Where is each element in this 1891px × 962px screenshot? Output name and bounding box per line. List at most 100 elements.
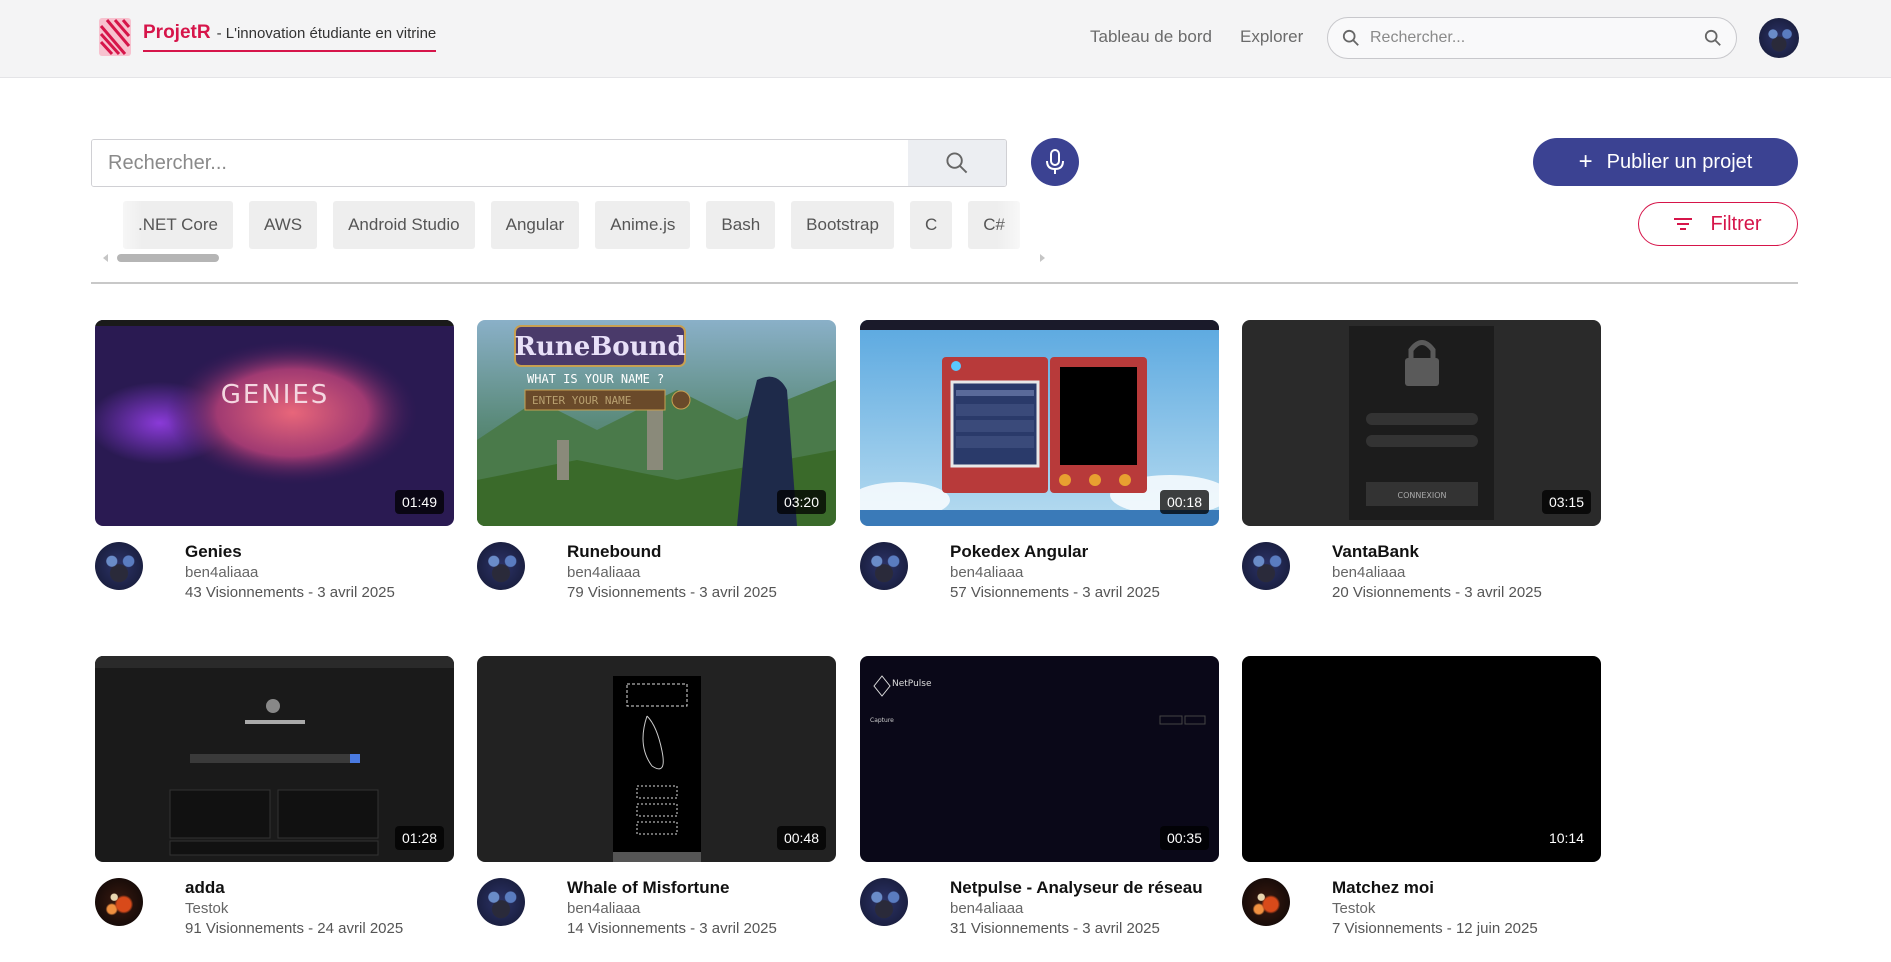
nav-search-box[interactable] — [1327, 17, 1737, 59]
video-meta: Pokedex Angular ben4aliaaa 57 Visionneme… — [860, 542, 1219, 626]
runebound-preview-title: RuneBound — [514, 332, 685, 362]
video-duration: 10:14 — [1541, 826, 1591, 850]
video-thumbnail[interactable]: 00:18 — [860, 320, 1219, 526]
tag-chip[interactable]: Bootstrap — [791, 201, 894, 249]
video-card[interactable]: 00:48 Whale of Misfortune ben4aliaaa 14 … — [477, 656, 836, 962]
video-author[interactable]: ben4aliaaa — [567, 900, 640, 917]
video-stats: 31 Visionnements - 3 avril 2025 — [950, 920, 1160, 937]
main-search-button[interactable] — [908, 140, 1006, 186]
search-icon — [946, 152, 968, 174]
video-stats: 20 Visionnements - 3 avril 2025 — [1332, 584, 1542, 601]
publish-project-label: Publier un projet — [1606, 150, 1753, 173]
video-thumbnail[interactable]: 00:48 — [477, 656, 836, 862]
runebound-preview-prompt: WHAT IS YOUR NAME ? — [527, 372, 664, 386]
genies-preview-title: GENIES — [221, 380, 330, 410]
nav-search-input[interactable] — [1370, 29, 1704, 47]
video-author[interactable]: Testok — [1332, 900, 1375, 917]
brand[interactable]: ProjetR - L'innovation étudiante en vitr… — [99, 18, 437, 56]
video-title[interactable]: Genies — [185, 542, 242, 562]
channel-avatar[interactable] — [860, 542, 908, 590]
video-title[interactable]: adda — [185, 878, 225, 898]
video-thumbnail[interactable]: NetPulse Capture 00:35 — [860, 656, 1219, 862]
video-duration: 00:18 — [1159, 490, 1209, 514]
tag-chip[interactable]: Android Studio — [333, 201, 475, 249]
video-meta: Genies ben4aliaaa 43 Visionnements - 3 a… — [95, 542, 454, 626]
runebound-preview-input: ENTER YOUR NAME — [532, 394, 631, 407]
netpulse-preview-capture: Capture — [870, 717, 894, 724]
netpulse-preview-brand: NetPulse — [892, 679, 932, 689]
search-submit-icon[interactable] — [1704, 29, 1722, 47]
channel-avatar[interactable] — [477, 878, 525, 926]
channel-avatar[interactable] — [1242, 878, 1290, 926]
video-card[interactable]: 01:28 adda Testok 91 Visionnements - 24 … — [95, 656, 454, 962]
tag-chip[interactable]: Anime.js — [595, 201, 691, 249]
video-author[interactable]: ben4aliaaa — [950, 900, 1023, 917]
channel-avatar[interactable] — [860, 878, 908, 926]
video-author[interactable]: ben4aliaaa — [1332, 564, 1405, 581]
video-card[interactable]: 00:18 Pokedex Angular ben4aliaaa 57 Visi… — [860, 320, 1219, 626]
video-duration: 00:35 — [1159, 826, 1209, 850]
video-author[interactable]: ben4aliaaa — [185, 564, 258, 581]
publish-project-button[interactable]: + Publier un projet — [1533, 138, 1798, 186]
tags-scrollbar-thumb[interactable] — [117, 254, 219, 262]
tags-scrollbar[interactable] — [103, 254, 1045, 262]
video-title[interactable]: Matchez moi — [1332, 878, 1434, 898]
scroll-right-arrow-icon[interactable] — [1040, 254, 1045, 262]
tag-chip[interactable]: AWS — [249, 201, 318, 249]
video-title[interactable]: Runebound — [567, 542, 661, 562]
channel-avatar[interactable] — [1242, 542, 1290, 590]
filter-icon — [1674, 218, 1693, 230]
tags-fade-right — [997, 201, 1047, 253]
brand-name: ProjetR — [143, 22, 211, 43]
video-card[interactable]: CONNEXION 03:15 VantaBank ben4aliaaa 20 … — [1242, 320, 1601, 626]
search-icon — [1342, 29, 1359, 46]
filter-label: Filtrer — [1710, 212, 1762, 235]
projetr-logo-icon — [99, 18, 131, 56]
plus-icon: + — [1578, 148, 1593, 175]
video-title[interactable]: Netpulse - Analyseur de réseau — [950, 878, 1203, 898]
user-avatar[interactable] — [1759, 18, 1799, 58]
video-stats: 91 Visionnements - 24 avril 2025 — [185, 920, 404, 937]
video-thumbnail[interactable]: CONNEXION 03:15 — [1242, 320, 1601, 526]
video-duration: 01:28 — [394, 826, 444, 850]
video-thumbnail[interactable]: 01:28 — [95, 656, 454, 862]
channel-avatar[interactable] — [95, 878, 143, 926]
video-meta: Whale of Misfortune ben4aliaaa 14 Vision… — [477, 878, 836, 962]
microphone-icon — [1046, 149, 1064, 174]
filter-button[interactable]: Filtrer — [1638, 202, 1798, 246]
tags-fade-left — [103, 201, 143, 253]
video-author[interactable]: ben4aliaaa — [950, 564, 1023, 581]
video-card[interactable]: GENIES 01:49 Genies ben4aliaaa 43 Vision… — [95, 320, 454, 626]
tag-list: .NET Core AWS Android Studio Angular Ani… — [103, 201, 1047, 249]
video-meta: VantaBank ben4aliaaa 20 Visionnements - … — [1242, 542, 1601, 626]
video-title[interactable]: Pokedex Angular — [950, 542, 1088, 562]
main-search-input[interactable] — [92, 140, 908, 186]
tag-chip[interactable]: Bash — [706, 201, 776, 249]
video-author[interactable]: ben4aliaaa — [567, 564, 640, 581]
video-card[interactable]: RuneBound WHAT IS YOUR NAME ? ENTER YOUR… — [477, 320, 836, 626]
video-thumbnail[interactable]: 10:14 — [1242, 656, 1601, 862]
video-duration: 01:49 — [394, 490, 444, 514]
nav-link-explore[interactable]: Explorer — [1240, 27, 1303, 47]
video-title[interactable]: Whale of Misfortune — [567, 878, 729, 898]
video-title[interactable]: VantaBank — [1332, 542, 1419, 562]
video-meta: Matchez moi Testok 7 Visionnements - 12 … — [1242, 878, 1601, 962]
top-navbar: ProjetR - L'innovation étudiante en vitr… — [0, 0, 1891, 78]
scroll-left-arrow-icon[interactable] — [103, 254, 108, 262]
main-search-bar — [91, 139, 1007, 187]
video-card[interactable]: NetPulse Capture 00:35 Netpulse - Analys… — [860, 656, 1219, 962]
video-thumbnail[interactable]: GENIES 01:49 — [95, 320, 454, 526]
section-divider — [91, 282, 1798, 284]
video-stats: 7 Visionnements - 12 juin 2025 — [1332, 920, 1538, 937]
video-duration: 00:48 — [776, 826, 826, 850]
video-meta: Netpulse - Analyseur de réseau ben4aliaa… — [860, 878, 1219, 962]
channel-avatar[interactable] — [95, 542, 143, 590]
video-card[interactable]: 10:14 Matchez moi Testok 7 Visionnements… — [1242, 656, 1601, 962]
nav-link-dashboard[interactable]: Tableau de bord — [1090, 27, 1212, 47]
video-author[interactable]: Testok — [185, 900, 228, 917]
channel-avatar[interactable] — [477, 542, 525, 590]
voice-search-button[interactable] — [1031, 138, 1079, 186]
tag-chip[interactable]: Angular — [490, 201, 580, 249]
tag-chip[interactable]: C — [909, 201, 953, 249]
video-thumbnail[interactable]: RuneBound WHAT IS YOUR NAME ? ENTER YOUR… — [477, 320, 836, 526]
